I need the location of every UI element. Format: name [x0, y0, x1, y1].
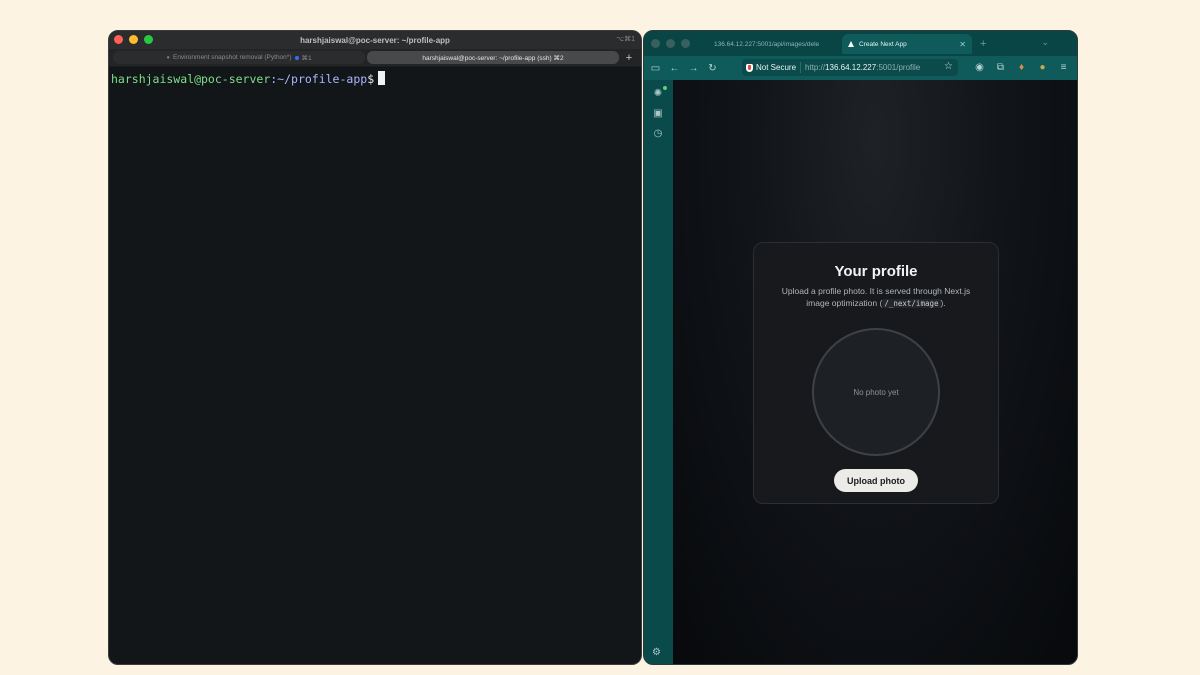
browser-window: 136.64.12.227:5001/api/images/dele Creat…: [643, 30, 1078, 665]
menu-icon[interactable]: ≡: [1058, 62, 1069, 73]
terminal-tab-label: harshjaiswal@poc-server: ~/profile-app (…: [422, 54, 564, 62]
toolbar-actions: ◉ ⧉ ♦ ● ≡: [974, 62, 1069, 73]
prompt-symbol: $: [367, 72, 375, 86]
address-bar[interactable]: Not Secure http://136.64.12.227:5001/pro…: [742, 59, 958, 76]
save-icon[interactable]: ▣: [652, 108, 664, 120]
browser-toolbar: ▭ ← → ↻ Not Secure http://136.64.12.227:…: [644, 56, 1077, 80]
ai-assistant-icon[interactable]: ✺: [652, 86, 667, 100]
security-label: Not Secure: [756, 63, 797, 72]
url-host: 136.64.12.227: [825, 63, 877, 72]
window-controls: [651, 39, 690, 48]
browser-tab-next-app[interactable]: Create Next App ✕: [842, 34, 972, 54]
bookmark-star-icon[interactable]: ☆: [944, 61, 953, 72]
new-tab-button[interactable]: +: [621, 52, 637, 64]
url-text: http://136.64.12.227:5001/profile: [805, 63, 920, 72]
url-path: :5001/profile: [876, 63, 921, 72]
browser-tab-label: 136.64.12.227:5001/api/images/dele: [714, 40, 820, 48]
prompt-user-host: harshjaiswal@poc-server: [111, 72, 271, 86]
terminal-tab-shortcut: ⌘1: [301, 54, 312, 62]
minimize-button[interactable]: [666, 39, 675, 48]
upload-photo-button[interactable]: Upload photo: [834, 469, 918, 492]
zoom-button[interactable]: [144, 35, 153, 44]
description-text-end: ).: [940, 298, 946, 308]
new-tab-button[interactable]: +: [980, 38, 986, 50]
sidebar-toggle-icon[interactable]: ▭: [650, 63, 661, 74]
security-indicator[interactable]: Not Secure: [746, 63, 796, 72]
bullet-icon: ●: [166, 54, 170, 61]
avatar-placeholder: No photo yet: [812, 328, 940, 456]
close-button[interactable]: [114, 35, 123, 44]
extension-fox-icon[interactable]: ♦: [1016, 62, 1027, 73]
profile-card: Your profile Upload a profile photo. It …: [753, 242, 999, 504]
terminal-tabbar: ● Environment snapshot removal (Python*)…: [109, 49, 641, 67]
extension-globe-icon[interactable]: ●: [1037, 62, 1048, 73]
browser-tab-label: Create Next App: [859, 40, 907, 48]
terminal-window: harshjaiswal@poc-server: ~/profile-app ⌥…: [108, 30, 642, 665]
terminal-shortcut: ⌥⌘1: [616, 36, 635, 43]
terminal-body[interactable]: harshjaiswal@poc-server:~/profile-app$: [109, 67, 641, 90]
url-separator: [800, 62, 802, 73]
browser-tabbar: 136.64.12.227:5001/api/images/dele Creat…: [644, 31, 1077, 56]
gear-icon[interactable]: ⚙: [652, 647, 661, 658]
extensions-icon[interactable]: ⧉: [995, 62, 1006, 73]
description-code: /_next/image: [882, 299, 941, 308]
terminal-tab-python[interactable]: ● Environment snapshot removal (Python*)…: [113, 51, 365, 64]
chevron-down-icon[interactable]: ⌄: [1041, 37, 1049, 48]
window-controls: [114, 35, 153, 44]
close-button[interactable]: [651, 39, 660, 48]
shield-icon: [746, 63, 753, 72]
terminal-tab-label: Environment snapshot removal (Python*): [172, 54, 292, 61]
activity-dot-icon: [294, 55, 299, 60]
browser-tab-api[interactable]: 136.64.12.227:5001/api/images/dele: [708, 34, 836, 54]
prompt-path: :~/profile-app: [270, 72, 368, 86]
page-title: Your profile: [834, 263, 918, 280]
page-description: Upload a profile photo. It is served thr…: [776, 285, 976, 310]
notification-dot-icon: [663, 86, 667, 90]
history-clock-icon[interactable]: ◷: [652, 128, 664, 140]
back-arrow-icon[interactable]: ←: [669, 63, 680, 74]
page-viewport: Your profile Upload a profile photo. It …: [673, 80, 1077, 664]
terminal-cursor: [378, 71, 386, 85]
browser-sidebar: ✺ ▣ ◷ ⚙: [644, 80, 672, 664]
account-icon[interactable]: ◉: [974, 62, 985, 73]
forward-arrow-icon[interactable]: →: [688, 63, 699, 74]
minimize-button[interactable]: [129, 35, 138, 44]
reload-icon[interactable]: ↻: [707, 63, 718, 74]
vercel-favicon-icon: [848, 41, 854, 47]
terminal-titlebar: harshjaiswal@poc-server: ~/profile-app ⌥…: [109, 31, 641, 49]
avatar-placeholder-text: No photo yet: [853, 387, 899, 397]
close-tab-icon[interactable]: ✕: [959, 40, 966, 49]
zoom-button[interactable]: [681, 39, 690, 48]
url-scheme: http://: [805, 63, 826, 72]
terminal-title: harshjaiswal@poc-server: ~/profile-app: [300, 35, 450, 45]
terminal-tab-ssh[interactable]: harshjaiswal@poc-server: ~/profile-app (…: [367, 51, 619, 64]
